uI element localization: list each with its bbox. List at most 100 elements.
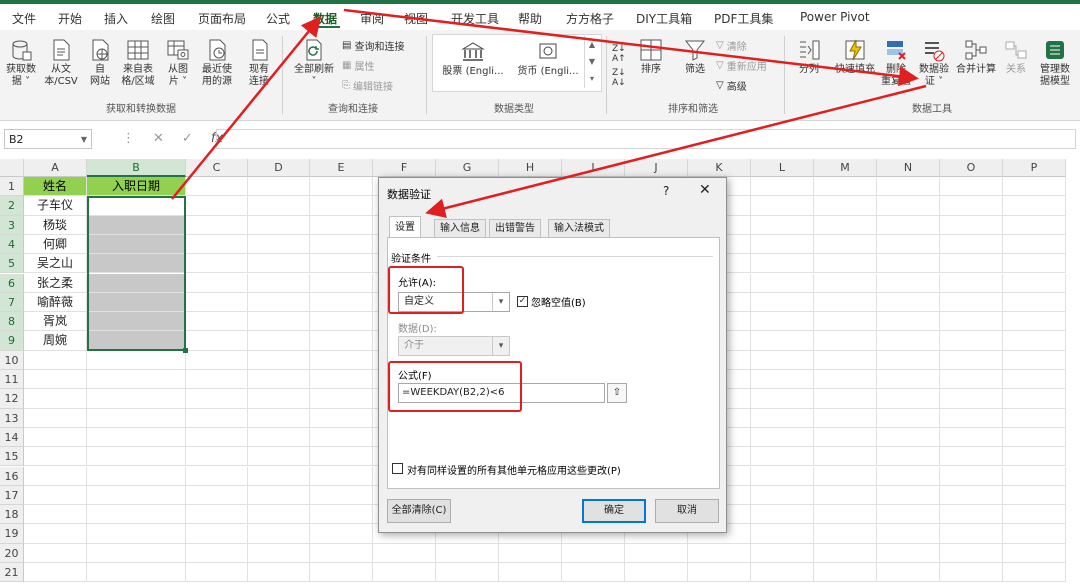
column-header-P[interactable]: P (1003, 159, 1066, 177)
cell-P14[interactable] (1003, 427, 1066, 448)
cell-E21[interactable] (310, 563, 373, 583)
cell-D7[interactable] (248, 292, 310, 313)
column-header-L[interactable]: L (751, 159, 814, 177)
reapply-button[interactable]: ▽ 重新应用 (716, 58, 767, 73)
cell-D17[interactable] (248, 485, 310, 506)
row-header-12[interactable]: 12 (0, 389, 24, 409)
cell-O9[interactable] (940, 331, 1003, 351)
cell-L8[interactable] (751, 312, 814, 332)
column-header-B[interactable]: B (87, 159, 186, 177)
manage-data-model-button[interactable]: 管理数 据模型 (1034, 38, 1076, 88)
cell-B9[interactable] (87, 331, 186, 351)
menu-item-9[interactable]: 开发工具 (451, 10, 499, 27)
cell-O12[interactable] (940, 389, 1003, 409)
gallery-scroll[interactable]: ▲ ▼ ▾ (584, 36, 599, 88)
allow-select[interactable]: 自定义 ▾ (398, 292, 510, 312)
row-header-20[interactable]: 20 (0, 543, 24, 563)
cell-P12[interactable] (1003, 389, 1066, 409)
cell-N16[interactable] (877, 466, 940, 486)
row-header-19[interactable]: 19 (0, 524, 24, 544)
row-header-1[interactable]: 1 (0, 177, 24, 197)
cell-E3[interactable] (310, 215, 373, 235)
cell-D14[interactable] (248, 427, 310, 448)
collapse-dialog-button[interactable]: ⇧ (607, 383, 627, 403)
cell-B3[interactable] (87, 215, 186, 235)
row-header-10[interactable]: 10 (0, 350, 24, 370)
cell-D21[interactable] (248, 563, 310, 583)
cell-N7[interactable] (877, 292, 940, 313)
cell-C5[interactable] (186, 254, 248, 274)
filter-button[interactable]: 筛选 (680, 38, 710, 76)
cell-O7[interactable] (940, 292, 1003, 313)
menu-item-7[interactable]: 审阅 (360, 10, 384, 27)
column-header-J[interactable]: J (625, 159, 688, 177)
cell-L14[interactable] (751, 427, 814, 448)
ignore-blank-checkbox[interactable]: ✓ (517, 296, 528, 307)
cell-O11[interactable] (940, 370, 1003, 390)
cell-P3[interactable] (1003, 215, 1066, 235)
cell-L2[interactable] (751, 196, 814, 216)
row-header-6[interactable]: 6 (0, 273, 24, 293)
menu-item-13[interactable]: PDF工具集 (714, 10, 773, 27)
cell-L5[interactable] (751, 254, 814, 274)
cell-P1[interactable] (1003, 177, 1066, 197)
cell-P11[interactable] (1003, 370, 1066, 390)
cell-B1[interactable]: 入职日期 (87, 177, 186, 197)
cell-A19[interactable] (24, 524, 87, 544)
cell-A11[interactable] (24, 370, 87, 390)
cell-L12[interactable] (751, 389, 814, 409)
sort-button[interactable]: 排序 (636, 38, 666, 76)
cell-B16[interactable] (87, 466, 186, 486)
cell-L6[interactable] (751, 273, 814, 293)
cell-P17[interactable] (1003, 485, 1066, 506)
cell-N9[interactable] (877, 331, 940, 351)
cell-N20[interactable] (877, 543, 940, 563)
cell-M4[interactable] (814, 234, 877, 255)
column-header-C[interactable]: C (186, 159, 248, 177)
remove-duplicates-button[interactable]: 删除 重复值 (878, 38, 914, 88)
cell-L3[interactable] (751, 215, 814, 235)
cell-N3[interactable] (877, 215, 940, 235)
cell-A8[interactable]: 胥岚 (24, 312, 87, 332)
cell-O21[interactable] (940, 563, 1003, 583)
cell-D11[interactable] (248, 370, 310, 390)
cell-C12[interactable] (186, 389, 248, 409)
cell-E16[interactable] (310, 466, 373, 486)
cell-N6[interactable] (877, 273, 940, 293)
cell-E13[interactable] (310, 408, 373, 428)
cell-F20[interactable] (373, 543, 436, 563)
row-header-7[interactable]: 7 (0, 292, 24, 313)
cell-M12[interactable] (814, 389, 877, 409)
cell-E11[interactable] (310, 370, 373, 390)
cell-J21[interactable] (625, 563, 688, 583)
cell-P7[interactable] (1003, 292, 1066, 313)
menu-item-1[interactable]: 开始 (58, 10, 82, 27)
row-header-21[interactable]: 21 (0, 563, 24, 583)
fill-handle[interactable] (183, 347, 188, 353)
flash-fill-button[interactable]: 快速填充 (832, 38, 878, 76)
cell-D12[interactable] (248, 389, 310, 409)
cell-A3[interactable]: 杨琰 (24, 215, 87, 235)
cell-B10[interactable] (87, 350, 186, 370)
cell-L4[interactable] (751, 234, 814, 255)
row-header-14[interactable]: 14 (0, 427, 24, 448)
cell-P18[interactable] (1003, 505, 1066, 525)
formula-field[interactable]: =WEEKDAY(B2,2)<6 (398, 383, 605, 403)
sort-asc-button[interactable]: Z↓ A↑ (612, 44, 626, 64)
cell-E5[interactable] (310, 254, 373, 274)
cell-M9[interactable] (814, 331, 877, 351)
cell-O19[interactable] (940, 524, 1003, 544)
cell-E15[interactable] (310, 447, 373, 467)
sort-desc-button[interactable]: Z↓ A↓ (612, 68, 626, 88)
properties-button[interactable]: ▦ 属性 (342, 58, 374, 73)
cell-B5[interactable] (87, 254, 186, 274)
text-to-columns-button[interactable]: 分列 (796, 38, 822, 76)
cell-K21[interactable] (688, 563, 751, 583)
cell-C19[interactable] (186, 524, 248, 544)
cell-C10[interactable] (186, 350, 248, 370)
cell-E2[interactable] (310, 196, 373, 216)
menu-item-8[interactable]: 视图 (404, 10, 428, 27)
cancel-icon[interactable]: ✕ (153, 131, 164, 146)
cell-E14[interactable] (310, 427, 373, 448)
cell-A5[interactable]: 吴之山 (24, 254, 87, 274)
